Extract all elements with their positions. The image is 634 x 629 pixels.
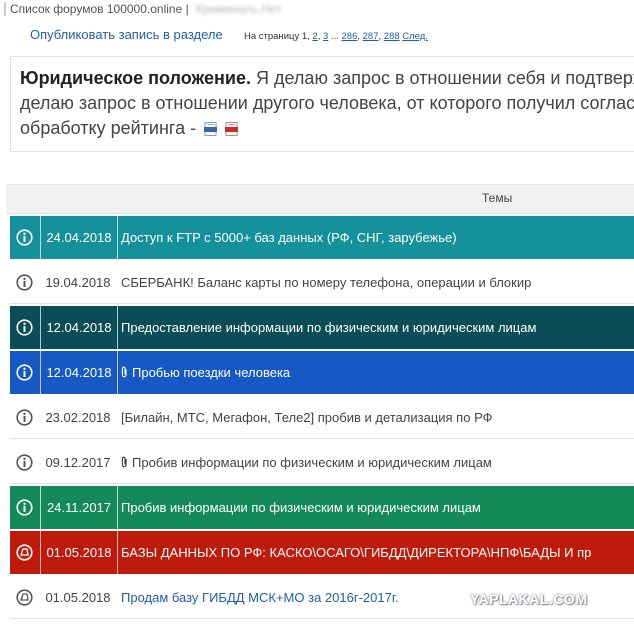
pager-dots: ... <box>330 31 339 42</box>
doc-file-icon[interactable] <box>204 122 218 136</box>
topic-title-text[interactable]: Пробью поездки человека <box>132 365 290 380</box>
breadcrumb: Список форумов 100000.online | Криминаль… <box>10 2 282 16</box>
column-header-topics: Темы <box>482 191 513 205</box>
attachment-icon <box>121 456 128 470</box>
info-icon <box>10 306 39 349</box>
topic-date: 12.04.2018 <box>40 306 118 349</box>
topic-date: 09.12.2017 <box>45 455 111 470</box>
top-bar: Список форумов 100000.online | Криминаль… <box>0 0 634 20</box>
table-header: Темы <box>6 184 634 214</box>
table-row[interactable]: 19.04.2018 СБЕРБАНК! Баланс карты по номе… <box>10 261 634 304</box>
topic-title[interactable]: СБЕРБАНК! Баланс карты по номеру телефон… <box>117 261 531 304</box>
topic-title[interactable]: [Билайн, МТС, Мегафон, Теле2] пробив и д… <box>117 396 492 439</box>
table-row[interactable]: 01.05.2018 БАЗЫ ДАННЫХ ПО РФ: КАСКО\ОСАГО… <box>10 531 634 574</box>
pager-link-286[interactable]: 286 <box>342 31 358 42</box>
info-icon <box>10 441 39 484</box>
topic-title[interactable]: Пробью поездки человека <box>117 351 290 394</box>
table-row[interactable]: 12.04.2018 Предоставление информации по ф… <box>10 306 634 349</box>
topic-date: 23.02.2018 <box>45 410 111 425</box>
topic-title-text[interactable]: Предоставление информации по физическим … <box>121 320 536 335</box>
divider <box>4 2 6 16</box>
table-row[interactable]: 24.04.2018 Доступ к FTP с 5000+ баз данны… <box>10 216 634 259</box>
topic-title-text[interactable]: [Билайн, МТС, Мегафон, Теле2] пробив и д… <box>121 410 492 425</box>
pager-link-3[interactable]: 3 <box>323 31 328 42</box>
topic-title[interactable]: БАЗЫ ДАННЫХ ПО РФ: КАСКО\ОСАГО\ГИБДД\ДИР… <box>117 531 591 574</box>
topic-title-text[interactable]: СБЕРБАНК! Баланс карты по номеру телефон… <box>121 275 531 290</box>
topic-date: 12.04.2018 <box>40 351 118 394</box>
topic-title[interactable]: Доступ к FTP с 5000+ баз данных (РФ, СНГ… <box>117 216 457 259</box>
topic-title[interactable]: Предоставление информации по физическим … <box>117 306 536 349</box>
topic-title[interactable]: Пробив информации по физическим и юридич… <box>117 486 481 529</box>
pagination: На страницу 1, 2, 3 ... 286, 287, 288 Сл… <box>244 31 428 42</box>
topic-title[interactable]: Пробив информации по физическим и юридич… <box>117 441 492 484</box>
info-icon <box>10 486 39 529</box>
info-icon <box>10 216 39 259</box>
topic-title-text[interactable]: Доступ к FTP с 5000+ баз данных (РФ, СНГ… <box>121 230 457 245</box>
info-icon <box>10 261 39 304</box>
info-icon <box>10 351 39 394</box>
topic-title-text[interactable]: Пробив информации по физическим и юридич… <box>121 500 481 515</box>
breadcrumb-blurred: Криминаль.Нет <box>196 2 282 16</box>
attachment-icon <box>121 366 128 380</box>
topic-title-text[interactable]: БАЗЫ ДАННЫХ ПО РФ: КАСКО\ОСАГО\ГИБДД\ДИР… <box>121 545 591 560</box>
announcement-icon <box>10 531 39 574</box>
info-icon <box>10 396 39 439</box>
topic-date: 19.04.2018 <box>45 275 111 290</box>
description-heading: Юридическое положение. <box>20 68 251 88</box>
table-row[interactable]: 23.02.2018 [Билайн, МТС, Мегафон, Теле2] … <box>10 396 634 439</box>
section-description: Юридическое положение. Я делаю запрос в … <box>10 56 634 152</box>
table-row[interactable]: 12.04.2018 Пробью поездки человека <box>10 351 634 394</box>
pager-next[interactable]: След. <box>402 31 428 42</box>
pager-link-287[interactable]: 287 <box>363 31 379 42</box>
publish-post-link[interactable]: Опубликовать запись в разделе <box>30 27 223 42</box>
pager-link-2[interactable]: 2 <box>312 31 317 42</box>
announcement-icon <box>10 576 39 619</box>
topic-date: 24.04.2018 <box>40 216 118 259</box>
topic-date: 01.05.2018 <box>45 590 111 605</box>
table-row[interactable]: 24.11.2017 Пробив информации по физически… <box>10 486 634 529</box>
pdf-file-icon[interactable] <box>225 122 239 136</box>
pager-current: 1 <box>301 31 308 42</box>
breadcrumb-link[interactable]: Список форумов 100000.online | <box>10 2 189 16</box>
topic-date: 24.11.2017 <box>40 486 118 529</box>
table-row[interactable]: 09.12.2017 Пробив информации по физически… <box>10 441 634 484</box>
topic-title[interactable]: Продам базу ГИБДД МСК+МО за 2016г-2017г. <box>117 576 399 619</box>
watermark: YAPLAKAL.COM <box>470 591 588 607</box>
topic-date: 01.05.2018 <box>40 531 118 574</box>
pager-prefix: На страницу <box>244 31 300 42</box>
description-text: Юридическое положение. Я делаю запрос в … <box>20 66 634 141</box>
topic-title-text[interactable]: Продам базу ГИБДД МСК+МО за 2016г-2017г. <box>121 590 399 605</box>
topic-title-text[interactable]: Пробив информации по физическим и юридич… <box>132 455 492 470</box>
pager-link-288[interactable]: 288 <box>384 31 400 42</box>
